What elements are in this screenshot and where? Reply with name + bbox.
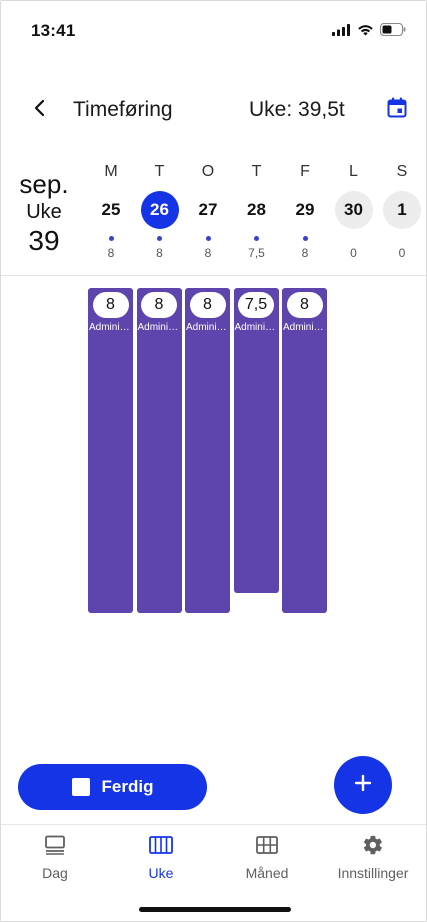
nav-label: Uke: [148, 865, 174, 881]
day-hours: 8: [107, 246, 115, 260]
entry-hours-pill: 8: [286, 292, 323, 318]
entry-dot: [157, 236, 162, 241]
week-label: Uke: [26, 201, 62, 223]
week-icon: [149, 835, 173, 859]
status-time: 13:41: [31, 21, 76, 40]
nav-item-month[interactable]: Måned: [217, 835, 317, 881]
month-name: sep.: [19, 169, 69, 199]
time-entry-bar[interactable]: 8 Administ...: [282, 288, 327, 613]
time-entry-bar[interactable]: 7,5 Administ...: [233, 288, 279, 593]
divider: [1, 275, 426, 276]
app-screen: 13:41 Timeføring Uke: 39,5t sep. Uke 39 …: [0, 0, 427, 922]
day-hours: 8: [204, 246, 212, 260]
time-entry-bar[interactable]: 8 Administ...: [88, 288, 133, 613]
gear-icon: [362, 834, 384, 861]
month-grid-icon: [256, 835, 278, 859]
done-button[interactable]: Ferdig: [18, 764, 207, 810]
status-icons: [332, 22, 406, 41]
home-indicator: [139, 907, 291, 912]
day-date-button[interactable]: 30: [334, 191, 373, 229]
week-total: Uke: 39,5t: [249, 98, 345, 121]
day-date-button[interactable]: 26: [140, 191, 179, 229]
entry-hours-pill: 7,5: [238, 292, 274, 318]
weekday-letter: S: [396, 163, 408, 180]
signal-icon: [332, 23, 351, 41]
nav-label: Innstillinger: [337, 865, 409, 881]
entry-dot: [108, 236, 114, 241]
day-column: T 28 7,5: [237, 161, 277, 260]
calendar-icon: [387, 97, 407, 123]
nav-item-week[interactable]: Uke: [111, 835, 211, 881]
nav-item-settings[interactable]: Innstillinger: [323, 835, 423, 881]
entry-label: Administ...: [283, 322, 327, 333]
weekday-letter: O: [201, 163, 215, 180]
chevron-left-icon: [33, 99, 47, 122]
done-label: Ferdig: [101, 777, 154, 796]
day-hours: 7,5: [248, 246, 265, 260]
entry-label: Administ...: [137, 322, 182, 333]
nav-label: Dag: [42, 865, 68, 881]
day-column: L 30 0: [334, 161, 374, 260]
wifi-icon: [357, 23, 374, 41]
weekday-letter: L: [349, 163, 358, 180]
day-date-button[interactable]: 28: [238, 191, 276, 229]
weekday-letter: T: [154, 163, 165, 180]
day-hours: 8: [156, 246, 163, 260]
weekday-letter: F: [300, 163, 310, 180]
time-entry-bar[interactable]: 8 Administ...: [185, 288, 230, 613]
day-hours: 0: [398, 246, 406, 260]
entry-label: Administ...: [89, 322, 133, 333]
entry-label: Administ...: [234, 322, 279, 333]
month-week-block: sep. Uke 39: [1, 169, 87, 257]
day-hours: 0: [350, 246, 357, 260]
day-hours: 8: [301, 246, 309, 260]
day-date-button[interactable]: 27: [189, 191, 227, 229]
entry-dot: [302, 236, 308, 241]
header: Timeføring Uke: 39,5t: [1, 89, 426, 133]
nav-item-day[interactable]: Dag: [5, 835, 105, 881]
entry-hours-pill: 8: [141, 292, 177, 318]
day-column: M 25 8: [91, 161, 131, 260]
entry-hours-pill: 8: [92, 292, 129, 318]
plus-icon: [354, 774, 372, 797]
battery-icon: [379, 22, 406, 41]
entry-dot: [205, 236, 211, 241]
day-column: F 29 8: [285, 161, 325, 260]
entry-hours-pill: 8: [189, 292, 226, 318]
page-title: Timeføring: [73, 98, 173, 121]
entry-label: Administ...: [186, 322, 230, 333]
checkbox-icon: [71, 778, 90, 796]
day-column: S 1 0: [382, 161, 422, 260]
day-column: T 26 8: [140, 161, 180, 260]
day-column: O 27 8: [188, 161, 228, 260]
week-strip: sep. Uke 39 M 25 8 T 26 8 O 27 8 T 28 7,5 F 29 8 L 30 0 S 1…: [1, 151, 426, 269]
day-icon: [44, 835, 66, 860]
weekday-letter: T: [251, 163, 262, 180]
nav-label: Måned: [245, 865, 289, 881]
weekday-letter: M: [104, 163, 118, 180]
add-entry-button[interactable]: [334, 756, 392, 814]
day-date-button[interactable]: 25: [92, 191, 130, 229]
back-button[interactable]: [27, 97, 53, 123]
day-date-button[interactable]: 29: [286, 191, 324, 229]
day-date-button[interactable]: 1: [383, 191, 421, 229]
time-entry-bar[interactable]: 8 Administ...: [136, 288, 182, 613]
entry-dot: [254, 236, 259, 241]
calendar-button[interactable]: [384, 97, 410, 123]
status-bar: 13:41: [1, 1, 426, 57]
week-number: 39: [28, 225, 60, 256]
